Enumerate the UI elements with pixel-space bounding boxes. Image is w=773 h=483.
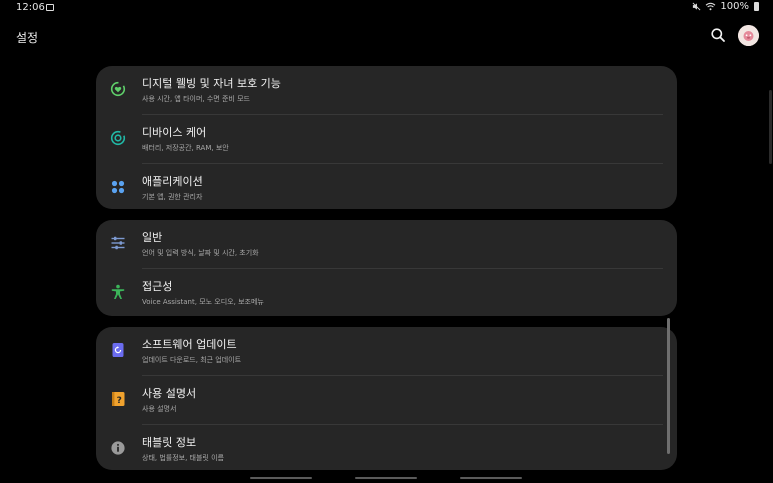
item-subtitle: 배터리, 저장공간, RAM, 보안 — [142, 144, 229, 152]
settings-item-tablet-info[interactable]: 태블릿 정보 상태, 법률정보, 태블릿 이름 — [96, 425, 677, 473]
status-bar: 12:06 100% — [0, 0, 773, 16]
settings-item-general[interactable]: 일반 언어 및 입력 방식, 날짜 및 시간, 초기화 — [96, 220, 677, 268]
status-indicators: 100% — [692, 1, 759, 12]
settings-item-user-manual[interactable]: ? 사용 설명서 사용 설명서 — [96, 376, 677, 424]
mute-icon — [692, 2, 701, 11]
item-title: 디바이스 케어 — [142, 126, 207, 139]
item-subtitle: 상태, 법률정보, 태블릿 이름 — [142, 454, 224, 462]
settings-card-wellbeing-group: 디지털 웰빙 및 자녀 보호 기능 사용 시간, 앱 타이머, 수면 준비 모드… — [96, 66, 677, 209]
settings-card-about-group: 소프트웨어 업데이트 업데이트 다운로드, 최근 업데이트 ? 사용 설명서 사… — [96, 327, 677, 470]
item-title: 사용 설명서 — [142, 387, 197, 400]
settings-item-device-care[interactable]: 디바이스 케어 배터리, 저장공간, RAM, 보안 — [96, 115, 677, 163]
item-subtitle: 언어 및 입력 방식, 날짜 및 시간, 초기화 — [142, 249, 259, 257]
item-title: 디지털 웰빙 및 자녀 보호 기능 — [142, 77, 281, 90]
settings-item-accessibility[interactable]: 접근성 Voice Assistant, 모노 오디오, 보조메뉴 — [96, 269, 677, 317]
settings-screen: 12:06 100% 설정 디지털 웰빙 및 자녀 보호 기능 사용 시간, 앱… — [0, 0, 773, 483]
item-subtitle: 업데이트 다운로드, 최근 업데이트 — [142, 356, 242, 364]
profile-avatar[interactable] — [738, 25, 759, 46]
scrollbar[interactable] — [667, 318, 670, 454]
item-subtitle: Voice Assistant, 모노 오디오, 보조메뉴 — [142, 298, 264, 306]
item-subtitle: 사용 시간, 앱 타이머, 수면 준비 모드 — [142, 95, 250, 103]
settings-item-digital-wellbeing[interactable]: 디지털 웰빙 및 자녀 보호 기능 사용 시간, 앱 타이머, 수면 준비 모드 — [96, 66, 677, 114]
settings-card-general-group: 일반 언어 및 입력 방식, 날짜 및 시간, 초기화 접근성 Voice As… — [96, 220, 677, 316]
svg-text:?: ? — [117, 396, 122, 406]
apps-grid-icon — [110, 179, 126, 195]
avatar-icon — [738, 25, 759, 46]
item-title: 일반 — [142, 231, 163, 244]
battery-icon — [754, 2, 759, 11]
settings-item-software-update[interactable]: 소프트웨어 업데이트 업데이트 다운로드, 최근 업데이트 — [96, 327, 677, 375]
item-title: 소프트웨어 업데이트 — [142, 338, 237, 351]
user-manual-icon: ? — [110, 391, 126, 407]
search-button[interactable] — [710, 27, 726, 43]
gallery-notification-icon — [46, 4, 54, 11]
nav-back-hint[interactable] — [460, 477, 522, 479]
search-icon — [711, 28, 725, 42]
settings-item-applications[interactable]: 애플리케이션 기본 앱, 권한 관리자 — [96, 164, 677, 212]
page-title: 설정 — [16, 31, 39, 45]
item-subtitle: 기본 앱, 권한 관리자 — [142, 193, 203, 201]
battery-percent: 100% — [720, 1, 749, 12]
item-subtitle: 사용 설명서 — [142, 405, 177, 413]
edge-panel-handle[interactable] — [769, 90, 772, 164]
sliders-icon — [110, 235, 126, 251]
accessibility-icon — [110, 284, 126, 300]
wifi-icon — [706, 2, 716, 11]
item-title: 태블릿 정보 — [142, 436, 197, 449]
item-title: 애플리케이션 — [142, 175, 203, 188]
nav-home-hint[interactable] — [355, 477, 417, 479]
item-title: 접근성 — [142, 280, 173, 293]
status-time: 12:06 — [16, 2, 45, 13]
info-icon — [110, 440, 126, 456]
nav-recents-hint[interactable] — [250, 477, 312, 479]
device-care-icon — [110, 130, 126, 146]
software-update-icon — [110, 342, 126, 358]
digital-wellbeing-icon — [110, 81, 126, 97]
